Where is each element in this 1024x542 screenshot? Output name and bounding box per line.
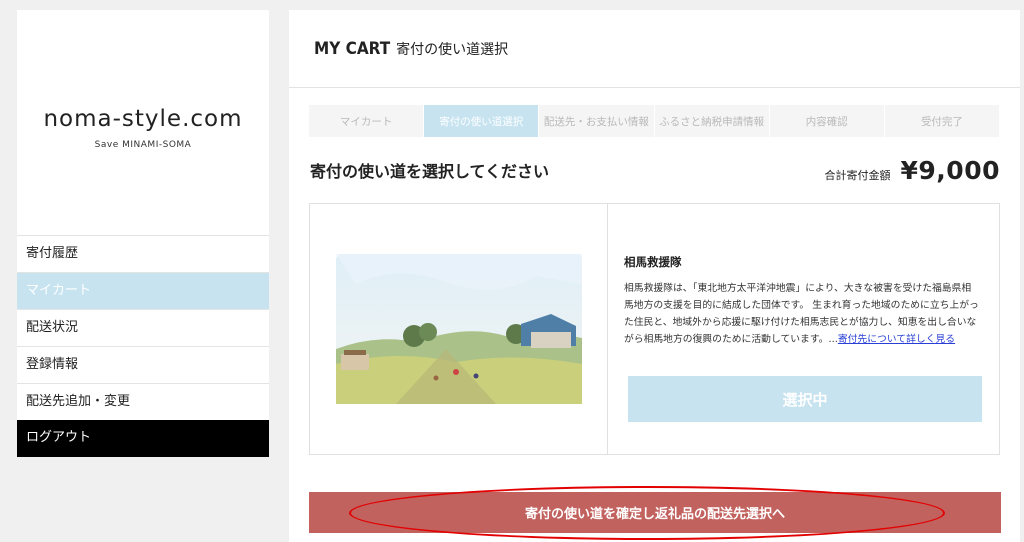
sidebar-item-logout[interactable]: ログアウト [17, 420, 269, 457]
recipient-details-link[interactable]: 寄付先について詳しく見る [838, 334, 955, 345]
sidebar-item-my-cart[interactable]: マイカート [17, 272, 269, 309]
sidebar-item-shipping-status[interactable]: 配送状況 [17, 309, 269, 346]
donation-option-card: 相馬救援隊 相馬救援隊は、「東北地方太平洋沖地震」により、大きな被害を受けた福島… [309, 203, 1000, 455]
donation-illustration [335, 254, 582, 404]
recipient-name: 相馬救援隊 [624, 255, 682, 269]
step-my-cart: マイカート [309, 105, 425, 137]
step-shipping-payment: 配送先・お支払い情報 [539, 105, 655, 137]
recipient-description: 相馬救援隊は、「東北地方太平洋沖地震」により、大きな被害を受けた福島県相馬地方の… [624, 280, 980, 348]
main-panel: MY CART 寄付の使い道選択 マイカート 寄付の使い道選択 配送先・お支払い… [289, 10, 1020, 542]
step-donation-use: 寄付の使い道選択 [424, 105, 540, 137]
step-furusato-tax: ふるさと納税申請情報 [655, 105, 770, 137]
card-image-cell [310, 204, 608, 454]
page-title-ja: 寄付の使い道選択 [396, 41, 509, 58]
page-header: MY CART 寄付の使い道選択 [289, 10, 1020, 88]
sidebar-item-registration-info[interactable]: 登録情報 [17, 346, 269, 383]
sidebar-nav: 寄付履歴 マイカート 配送状況 登録情報 配送先追加・変更 ログアウト [17, 235, 269, 457]
logo-text: noma-style.com [43, 105, 243, 132]
step-confirm: 内容確認 [770, 105, 885, 137]
selected-button[interactable]: 選択中 [628, 376, 982, 422]
page-title-en: MY CART [314, 38, 391, 59]
step-complete: 受付完了 [885, 105, 1001, 137]
sidebar-item-donation-history[interactable]: 寄付履歴 [17, 235, 269, 272]
section-title: 寄付の使い道を選択してください [310, 162, 550, 181]
sidebar: noma-style.com Save MINAMI-SOMA 寄付履歴 マイカ… [17, 10, 269, 457]
progress-steps: マイカート 寄付の使い道選択 配送先・お支払い情報 ふるさと納税申請情報 内容確… [309, 105, 1001, 137]
total-amount: ¥9,000 [900, 156, 1000, 185]
sidebar-item-shipping-address[interactable]: 配送先追加・変更 [17, 383, 269, 420]
logo[interactable]: noma-style.com Save MINAMI-SOMA [17, 10, 269, 235]
total-donation: 合計寄付金額 ¥9,000 [825, 156, 1000, 185]
total-label: 合計寄付金額 [824, 169, 891, 182]
logo-tagline: Save MINAMI-SOMA [94, 139, 192, 150]
card-body: 相馬救援隊 相馬救援隊は、「東北地方太平洋沖地震」により、大きな被害を受けた福島… [608, 204, 999, 454]
confirm-donation-use-button[interactable]: 寄付の使い道を確定し返礼品の配送先選択へ [309, 492, 1001, 533]
